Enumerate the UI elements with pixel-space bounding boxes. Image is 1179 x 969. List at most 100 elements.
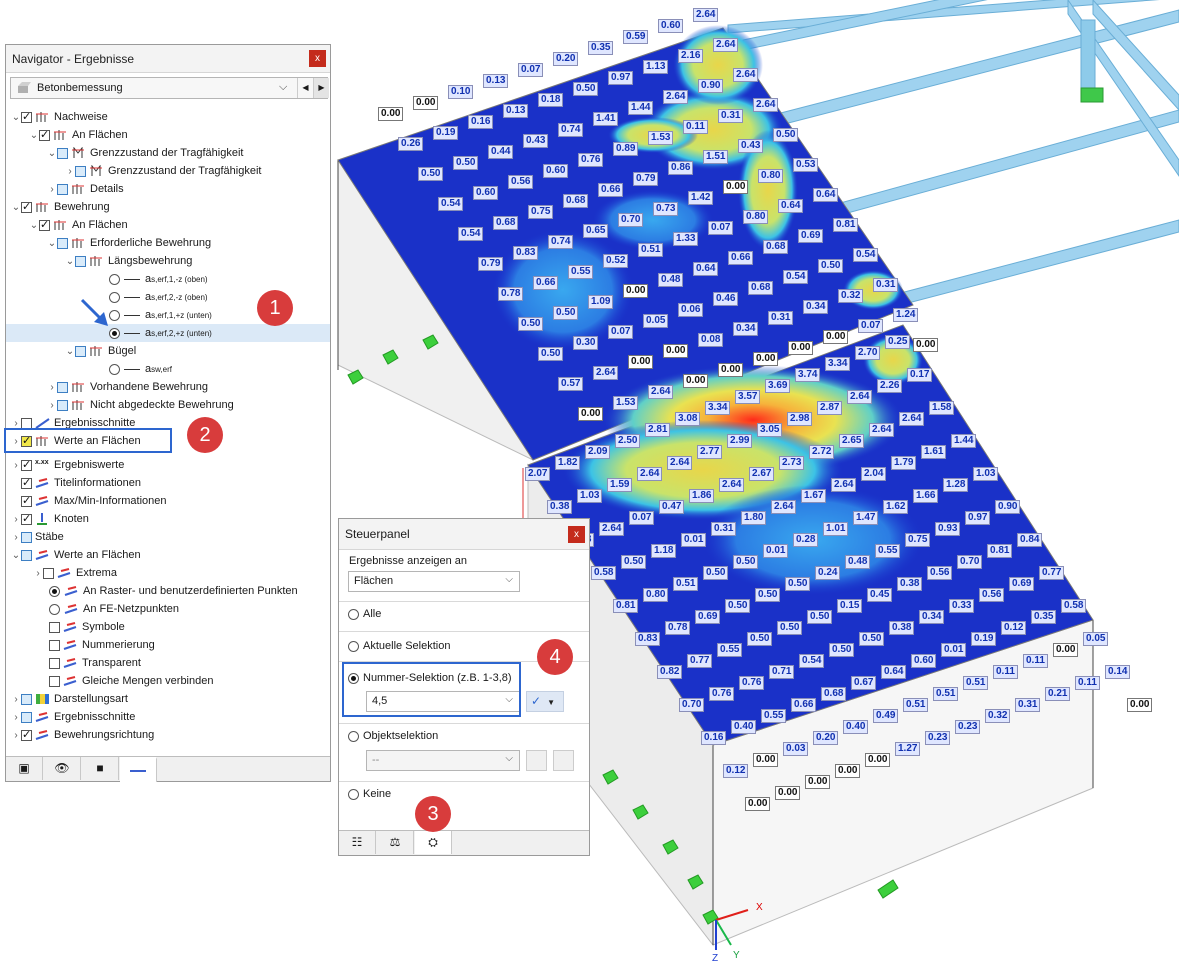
- tree-item-gzt-sub[interactable]: › Grenzzustand der Tragfähigkeit: [6, 162, 330, 180]
- tree-item-transparent[interactable]: Transparent: [6, 654, 330, 672]
- radio[interactable]: [348, 730, 359, 742]
- checkbox[interactable]: [21, 549, 32, 561]
- chevron-right-icon[interactable]: ›: [11, 532, 21, 543]
- chevron-down-icon[interactable]: ⌄: [29, 220, 39, 231]
- checkbox[interactable]: [39, 128, 50, 141]
- tree-item-raster[interactable]: An Raster- und benutzerdefinierten Punkt…: [6, 582, 330, 600]
- radio[interactable]: [348, 788, 359, 800]
- radio[interactable]: [109, 273, 120, 285]
- option-aktuelle-selektion[interactable]: Aktuelle Selektion: [348, 640, 450, 652]
- checkbox[interactable]: [57, 147, 68, 159]
- factors-tab-icon[interactable]: ⚖: [377, 831, 414, 854]
- tree-item-nachweise[interactable]: ⌄ Nachweise: [6, 108, 330, 126]
- tree-item-titelinfo[interactable]: Titelinformationen: [6, 474, 330, 492]
- chevron-right-icon[interactable]: ›: [11, 514, 21, 525]
- checkbox[interactable]: [21, 476, 32, 489]
- tree-item-details[interactable]: › Details: [6, 180, 330, 198]
- chevron-down-icon[interactable]: ⌄: [11, 112, 21, 123]
- tree-item-gleiche-mengen[interactable]: Gleiche Mengen verbinden: [6, 672, 330, 690]
- chevron-down-icon[interactable]: ⌄: [47, 238, 57, 249]
- checkbox[interactable]: [49, 621, 60, 633]
- checkbox[interactable]: [39, 218, 50, 231]
- tree-item-ergebniswerte[interactable]: › x.xx Ergebniswerte: [6, 456, 330, 474]
- clear-objects-icon[interactable]: [553, 750, 574, 771]
- checkbox[interactable]: [57, 381, 68, 393]
- radio[interactable]: [49, 585, 60, 597]
- tree-item-extrema[interactable]: › Extrema: [6, 564, 330, 582]
- tree-item-bewehrung[interactable]: ⌄ Bewehrung: [6, 198, 330, 216]
- checkbox[interactable]: [21, 458, 32, 471]
- checkbox[interactable]: [75, 165, 86, 177]
- checkbox[interactable]: [57, 399, 68, 411]
- tree-item-an-flaechen[interactable]: ⌄ An Flächen: [6, 126, 330, 144]
- chevron-right-icon[interactable]: ›: [33, 568, 43, 579]
- chevron-down-icon[interactable]: ⌄: [11, 550, 21, 561]
- chevron-down-icon[interactable]: ⌄: [65, 256, 75, 267]
- checkbox[interactable]: [43, 567, 54, 579]
- checkbox[interactable]: [57, 183, 68, 195]
- tree-item-vorhanden[interactable]: › Vorhandene Bewehrung: [6, 378, 330, 396]
- checkbox[interactable]: [21, 110, 32, 123]
- checkbox[interactable]: [21, 512, 32, 525]
- show-on-select[interactable]: Flächen ⌵: [348, 571, 520, 592]
- chevron-down-icon[interactable]: ⌄: [29, 130, 39, 141]
- tree-item-erforderlich[interactable]: ⌄ Erforderliche Bewehrung: [6, 234, 330, 252]
- option-keine[interactable]: Keine: [348, 788, 391, 800]
- checkbox[interactable]: [49, 657, 60, 669]
- tree-item-knoten[interactable]: › Knoten: [6, 510, 330, 528]
- pick-objects-icon[interactable]: [526, 750, 547, 771]
- tree-item-buegel[interactable]: ⌄ Bügel: [6, 342, 330, 360]
- tree-item-maxmin[interactable]: Max/Min-Informationen: [6, 492, 330, 510]
- checkbox[interactable]: [21, 200, 32, 213]
- chevron-right-icon[interactable]: ›: [47, 184, 57, 195]
- apply-selection-button[interactable]: ✓ ▼: [526, 691, 564, 712]
- tree-item-ergebnisschnitte-2[interactable]: › Ergebnisschnitte: [6, 708, 330, 726]
- checkbox[interactable]: [21, 494, 32, 507]
- checkbox[interactable]: [49, 639, 60, 651]
- tree-item-darstellungsart[interactable]: › Darstellungsart: [6, 690, 330, 708]
- tree-item-nummerierung[interactable]: Nummerierung: [6, 636, 330, 654]
- module-selector[interactable]: Betonbemessung ⌵ ◀ ▶: [10, 77, 329, 99]
- tree-item-as2-unten[interactable]: a s,erf,2,+z (unten): [6, 324, 330, 342]
- chevron-right-icon[interactable]: ›: [11, 694, 21, 705]
- data-tab-icon[interactable]: ▣: [6, 757, 43, 780]
- option-alle[interactable]: Alle: [348, 608, 381, 620]
- tree-item-bewehrungsrichtung[interactable]: › Bewehrungsrichtung: [6, 726, 330, 744]
- filter-tab-icon[interactable]: ⛭: [415, 831, 452, 854]
- tree-item-gzt[interactable]: ⌄ Grenzzustand der Tragfähigkeit: [6, 144, 330, 162]
- camera-tab-icon[interactable]: ■: [82, 757, 119, 780]
- tree-item-symbole[interactable]: Symbole: [6, 618, 330, 636]
- chevron-right-icon[interactable]: ›: [11, 460, 21, 471]
- chevron-down-icon[interactable]: ⌄: [47, 148, 57, 159]
- tree-item-nicht-abgedeckt[interactable]: › Nicht abgedeckte Bewehrung: [6, 396, 330, 414]
- next-arrow-icon[interactable]: ▶: [313, 78, 329, 98]
- color-scale-tab-icon[interactable]: ☷: [339, 831, 376, 854]
- tree-item-fe-netz[interactable]: An FE-Netzpunkten: [6, 600, 330, 618]
- chevron-right-icon[interactable]: ›: [11, 418, 21, 429]
- radio[interactable]: [109, 291, 120, 303]
- chevron-right-icon[interactable]: ›: [65, 166, 75, 177]
- tree-item-asw[interactable]: a sw,erf: [6, 360, 330, 378]
- chevron-down-icon[interactable]: ⌄: [65, 346, 75, 357]
- previous-arrow-icon[interactable]: ◀: [297, 78, 313, 98]
- tree-item-as1-oben[interactable]: a s,erf,1,-z (oben): [6, 270, 330, 288]
- chevron-right-icon[interactable]: ›: [11, 730, 21, 741]
- checkbox[interactable]: [21, 693, 32, 705]
- navigator-close-button[interactable]: x: [309, 50, 326, 67]
- radio[interactable]: [109, 327, 120, 339]
- radio[interactable]: [49, 603, 60, 615]
- radio[interactable]: [109, 309, 120, 321]
- tree-item-staebe[interactable]: › Stäbe: [6, 528, 330, 546]
- checkbox[interactable]: [21, 711, 32, 723]
- checkbox[interactable]: [49, 675, 60, 687]
- results-tab-icon[interactable]: [120, 757, 157, 782]
- chevron-right-icon[interactable]: ›: [47, 382, 57, 393]
- chevron-right-icon[interactable]: ›: [11, 712, 21, 723]
- chevron-down-icon[interactable]: ⌄: [11, 202, 21, 213]
- radio[interactable]: [109, 363, 120, 375]
- checkbox[interactable]: [57, 237, 68, 249]
- checkbox[interactable]: [75, 345, 86, 357]
- object-selection-select[interactable]: -- ⌵: [366, 750, 520, 771]
- tree-item-laengs[interactable]: ⌄ Längsbewehrung: [6, 252, 330, 270]
- checkbox[interactable]: [21, 417, 32, 429]
